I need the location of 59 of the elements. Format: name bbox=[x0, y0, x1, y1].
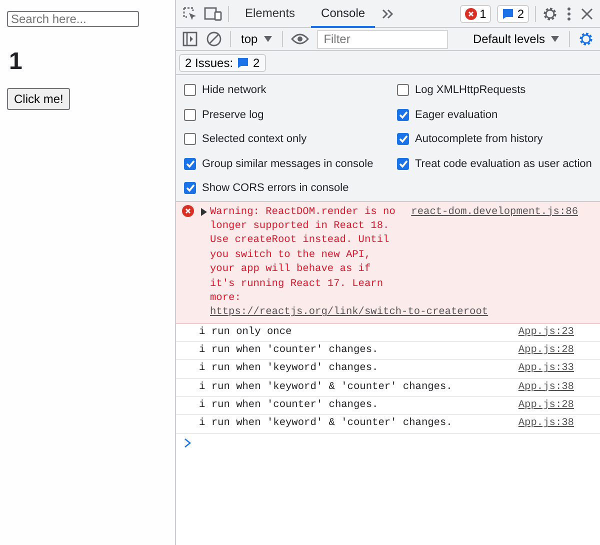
checkbox[interactable] bbox=[184, 158, 196, 170]
log-message: i run when 'counter' changes. bbox=[199, 342, 380, 358]
settings-icon[interactable] bbox=[542, 6, 558, 22]
more-tabs-icon[interactable] bbox=[381, 6, 396, 20]
source-link[interactable]: App.js:23 bbox=[518, 324, 574, 340]
source-link[interactable]: App.js:28 bbox=[518, 342, 574, 358]
caret-icon bbox=[551, 36, 559, 42]
checkbox[interactable] bbox=[397, 84, 409, 96]
checkbox-label: Eager evaluation bbox=[415, 108, 498, 122]
error-icon bbox=[464, 8, 477, 20]
source-link[interactable]: App.js:38 bbox=[518, 416, 574, 432]
checkbox-label: Treat code evaluation as user action bbox=[415, 156, 592, 172]
log-message: i run only once bbox=[199, 324, 293, 340]
checkbox-label: Show CORS errors in console bbox=[202, 181, 349, 196]
checkbox-label: Preserve log bbox=[202, 108, 264, 122]
checkbox[interactable] bbox=[184, 182, 196, 194]
checkbox[interactable] bbox=[184, 133, 196, 146]
log-message: i run when 'keyword' changes. bbox=[199, 361, 380, 376]
device-toolbar-icon[interactable] bbox=[204, 6, 222, 22]
log-message: i run when 'counter' changes. bbox=[199, 398, 380, 413]
eye-icon[interactable] bbox=[290, 33, 309, 45]
levels-dropdown[interactable]: Default levels bbox=[470, 30, 561, 48]
message-icon bbox=[502, 8, 514, 20]
source-link[interactable]: App.js:28 bbox=[518, 398, 574, 414]
expand-icon[interactable] bbox=[200, 208, 208, 216]
inspect-icon[interactable] bbox=[182, 6, 198, 22]
filter-field[interactable]: Filter bbox=[316, 30, 448, 48]
log-message: i run when 'keyword' & 'counter' changes. bbox=[199, 380, 454, 395]
issue-count-button[interactable]: 2 bbox=[497, 4, 529, 22]
console-settings-icon[interactable] bbox=[578, 31, 594, 47]
docs-link[interactable]: https://reactjs.org/link/switch-to-createroot bbox=[210, 306, 488, 318]
message-icon bbox=[237, 56, 250, 68]
checkbox[interactable] bbox=[397, 133, 409, 146]
checkbox[interactable] bbox=[184, 84, 196, 96]
issues-button[interactable]: 2 Issues: 2 bbox=[179, 54, 266, 72]
close-icon[interactable] bbox=[580, 6, 594, 20]
clear-icon[interactable] bbox=[206, 31, 222, 47]
search-field[interactable]: Search here... bbox=[7, 11, 139, 27]
checkbox-label: Log XMLHttpRequests bbox=[415, 83, 526, 98]
sidebar-icon[interactable] bbox=[182, 31, 198, 47]
checkbox-label: Group similar messages in console bbox=[202, 156, 374, 172]
log-message: i run when 'keyword' & 'counter' changes. bbox=[199, 416, 454, 432]
checkbox[interactable] bbox=[397, 108, 409, 121]
checkbox[interactable] bbox=[184, 108, 196, 121]
source-link[interactable]: react-dom.development.js:86 bbox=[411, 204, 578, 219]
checkbox-label: Hide network bbox=[202, 83, 266, 98]
error-count-button[interactable]: 1 bbox=[460, 4, 492, 22]
panel-tab[interactable]: Elements bbox=[235, 0, 306, 28]
checkbox-label: Autocomplete from history bbox=[415, 132, 543, 147]
checkbox[interactable] bbox=[397, 158, 409, 170]
context-dropdown[interactable]: top bbox=[239, 30, 274, 48]
source-link[interactable]: App.js:33 bbox=[518, 361, 574, 377]
error-icon bbox=[182, 204, 194, 216]
click-button[interactable]: Click me! bbox=[7, 88, 70, 110]
source-link[interactable]: App.js:38 bbox=[518, 380, 574, 395]
prompt-icon[interactable] bbox=[184, 438, 192, 448]
caret-icon bbox=[264, 36, 272, 42]
checkbox-label: Selected context only bbox=[202, 132, 307, 147]
counter-value: 1 bbox=[9, 50, 24, 74]
